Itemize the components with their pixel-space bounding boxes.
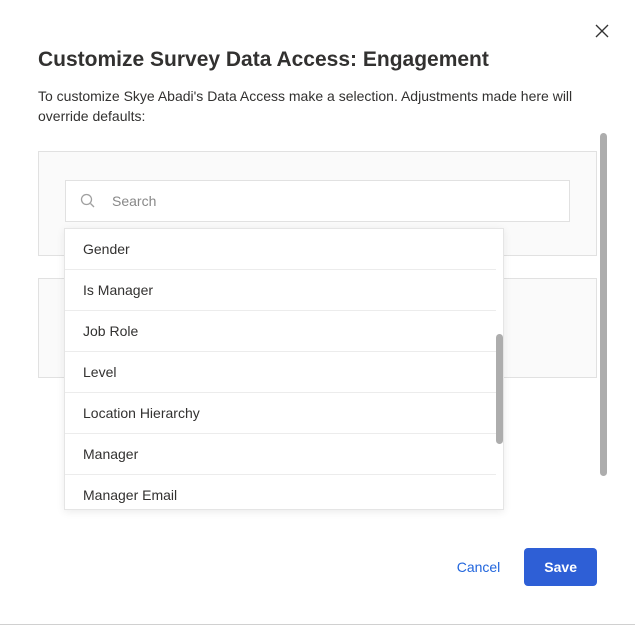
list-item[interactable]: Manager: [65, 434, 496, 475]
modal-container: Customize Survey Data Access: Engagement…: [0, 0, 635, 625]
dropdown-list: Gender Is Manager Job Role Level Locatio…: [64, 228, 504, 510]
search-icon: [80, 193, 96, 209]
page-title: Customize Survey Data Access: Engagement: [38, 48, 597, 72]
list-item[interactable]: Is Manager: [65, 270, 496, 311]
content-area: Gender Is Manager Job Role Level Locatio…: [38, 151, 597, 531]
list-item[interactable]: Location Hierarchy: [65, 393, 496, 434]
close-icon: [595, 25, 609, 42]
scrollbar-thumb[interactable]: [496, 334, 503, 444]
list-item[interactable]: Level: [65, 352, 496, 393]
list-item[interactable]: Job Role: [65, 311, 496, 352]
close-button[interactable]: [595, 24, 609, 42]
cancel-button[interactable]: Cancel: [447, 551, 511, 583]
content-scrollbar[interactable]: [600, 133, 607, 508]
search-input[interactable]: [112, 193, 555, 209]
search-wrapper[interactable]: [65, 180, 570, 222]
list-item[interactable]: Manager Email: [65, 475, 496, 509]
page-description: To customize Skye Abadi's Data Access ma…: [38, 86, 597, 127]
dropdown-scrollbar[interactable]: [496, 229, 503, 509]
dropdown-items: Gender Is Manager Job Role Level Locatio…: [65, 229, 496, 509]
scrollbar-thumb[interactable]: [600, 133, 607, 476]
list-item[interactable]: Gender: [65, 229, 496, 270]
footer-actions: Cancel Save: [447, 548, 597, 586]
save-button[interactable]: Save: [524, 548, 597, 586]
